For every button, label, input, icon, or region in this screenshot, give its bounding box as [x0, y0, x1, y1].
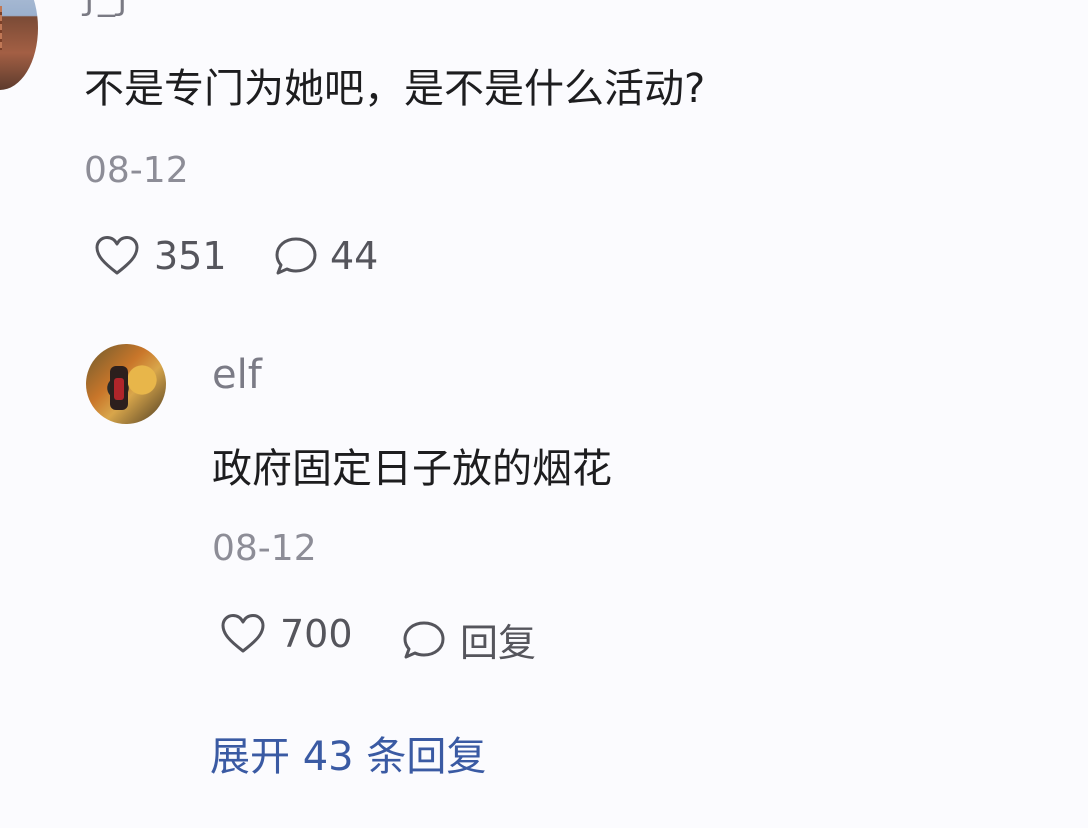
heart-outline-icon — [220, 613, 266, 655]
expand-replies-link[interactable]: 展开 43 条回复 — [210, 724, 486, 782]
comment-text: 不是专门为她吧，是不是什么活动? — [84, 66, 706, 112]
speech-bubble-icon — [402, 619, 446, 661]
reply-like-button[interactable]: 700 — [220, 612, 353, 656]
avatar[interactable] — [0, 0, 38, 90]
like-count: 351 — [154, 234, 227, 278]
reply-text: 政府固定日子放的烟花 — [212, 446, 612, 492]
avatar-image-detail — [0, 6, 2, 50]
like-button[interactable]: 351 — [94, 234, 227, 278]
comment-username[interactable]: ƒ_ƒ — [84, 0, 131, 18]
like-count: 700 — [280, 612, 353, 656]
heart-outline-icon — [94, 235, 140, 277]
reply-count: 44 — [330, 234, 379, 278]
comment-date: 08-12 — [84, 150, 189, 191]
reply-label: 回复 — [460, 621, 537, 665]
reply-date: 08-12 — [212, 528, 317, 569]
reply-username[interactable]: elf — [212, 352, 262, 398]
speech-bubble-icon — [274, 235, 318, 277]
comment-button[interactable]: 44 — [274, 234, 378, 278]
reply-avatar[interactable] — [86, 344, 166, 424]
reply-button[interactable]: 回复 — [402, 612, 536, 667]
avatar-image-detail — [114, 378, 124, 400]
